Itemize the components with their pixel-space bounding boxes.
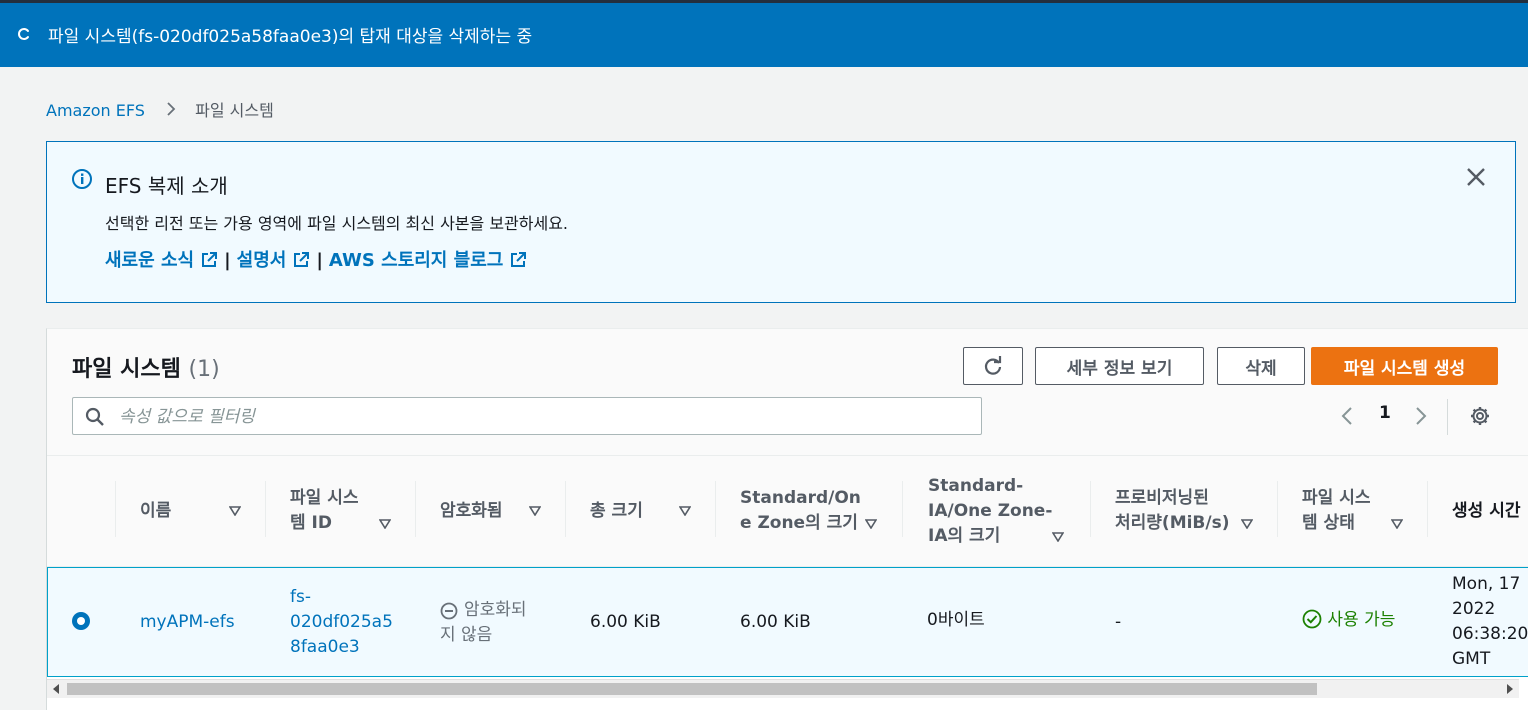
chevron-left-icon[interactable]	[1337, 405, 1357, 427]
cell-standard-size: 6.00 KiB	[740, 612, 811, 632]
whats-new-link[interactable]: 새로운 소식	[105, 250, 218, 271]
info-alert: EFS 복제 소개 선택한 리전 또는 가용 영역에 파일 시스템의 최신 사본…	[46, 141, 1516, 303]
current-page[interactable]: 1	[1379, 403, 1391, 423]
filter-box	[72, 397, 982, 435]
column-header-ia-size[interactable]: Standard- IA/One Zone- IA의 크기	[902, 456, 1090, 566]
filter-input[interactable]	[117, 402, 971, 432]
column-header-throughput[interactable]: 프로비저닝된 처리량(MiB/s)	[1090, 456, 1277, 566]
scroll-right-arrow-icon[interactable]	[1507, 684, 1513, 694]
file-systems-panel: 파일 시스템 (1) 세부 정보 보기 삭제 파일 시스템 생성 1	[46, 328, 1528, 710]
breadcrumb-root-link[interactable]: Amazon EFS	[46, 101, 145, 120]
alert-title: EFS 복제 소개	[105, 174, 228, 198]
scroll-left-arrow-icon[interactable]	[53, 684, 59, 694]
external-link-icon	[202, 252, 218, 267]
documentation-link[interactable]: 설명서	[237, 250, 311, 271]
breadcrumb: Amazon EFS 파일 시스템	[46, 97, 274, 121]
column-header-standard-size[interactable]: Standard/On e Zone의 크기	[715, 456, 902, 566]
link-separator: |	[316, 250, 323, 271]
not-encrypted-icon	[440, 602, 458, 620]
column-header-encrypted[interactable]: 암호화됨	[415, 456, 565, 566]
gear-icon[interactable]	[1469, 405, 1491, 427]
column-header-state[interactable]: 파일 시스 템 상태	[1277, 456, 1427, 566]
sort-caret-icon	[379, 519, 391, 529]
sort-caret-icon	[229, 506, 241, 516]
refresh-icon	[984, 356, 1002, 375]
divider	[1447, 399, 1448, 435]
link-separator: |	[224, 250, 231, 271]
cell-name-link[interactable]: myAPM-efs	[140, 610, 235, 635]
search-icon	[85, 407, 104, 426]
column-header-total-size[interactable]: 총 크기	[565, 456, 715, 566]
chevron-right-icon[interactable]	[1411, 405, 1431, 427]
delete-button[interactable]: 삭제	[1217, 347, 1305, 385]
cell-file-system-id-link[interactable]: fs- 020df025a5 8faa0e3	[290, 585, 393, 660]
success-check-icon	[1302, 609, 1322, 629]
sort-caret-icon	[1052, 532, 1064, 542]
item-count: (1)	[188, 357, 220, 382]
loading-spinner-icon	[18, 28, 29, 40]
sort-caret-icon	[1391, 519, 1403, 529]
horizontal-scrollbar[interactable]	[47, 679, 1519, 698]
flash-message: 파일 시스템(fs-020df025a58faa0e3)의 탑재 대상을 삭제하…	[48, 27, 533, 47]
view-details-button[interactable]: 세부 정보 보기	[1035, 347, 1204, 385]
breadcrumb-current: 파일 시스템	[195, 101, 274, 120]
cell-state: 사용 가능	[1302, 608, 1395, 633]
sort-caret-icon	[529, 506, 541, 516]
column-header-file-system-id[interactable]: 파일 시스 템 ID	[265, 456, 415, 566]
cell-total-size: 6.00 KiB	[590, 612, 661, 632]
column-header-name[interactable]: 이름	[115, 456, 265, 566]
refresh-button[interactable]	[963, 347, 1023, 385]
column-header-created[interactable]: 생성 시간	[1427, 456, 1528, 566]
cell-created-time: Mon, 17 2022 06:38:20 GMT	[1452, 574, 1528, 669]
sort-caret-icon	[865, 519, 877, 529]
info-icon	[72, 169, 92, 189]
flash-notification: 파일 시스템(fs-020df025a58faa0e3)의 탑재 대상을 삭제하…	[0, 0, 1528, 67]
table-header: 이름 파일 시스 템 ID 암호화됨 총 크기 Standard/On e Zo…	[47, 456, 1528, 567]
close-icon[interactable]	[1465, 166, 1487, 188]
chevron-right-icon	[166, 101, 176, 120]
alert-description: 선택한 리전 또는 가용 영역에 파일 시스템의 최신 사본을 보관하세요.	[105, 214, 569, 233]
row-select-radio[interactable]	[72, 612, 90, 630]
external-link-icon	[294, 252, 310, 267]
scrollbar-thumb[interactable]	[67, 683, 1317, 695]
cell-encrypted: 암호화되 지 않음	[440, 600, 527, 645]
sort-caret-icon	[679, 506, 691, 516]
table-row[interactable]: myAPM-efs fs- 020df025a5 8faa0e3 암호화되 지 …	[47, 567, 1528, 677]
storage-blog-link[interactable]: AWS 스토리지 블로그	[329, 250, 527, 271]
alert-links: 새로운 소식 | 설명서 | AWS 스토리지 블로그	[105, 246, 527, 272]
external-link-icon	[511, 252, 527, 267]
create-file-system-button[interactable]: 파일 시스템 생성	[1311, 347, 1498, 385]
sort-caret-icon	[1241, 519, 1253, 529]
cell-throughput: -	[1115, 612, 1122, 632]
cell-ia-size: 0바이트	[927, 610, 985, 630]
panel-title: 파일 시스템 (1)	[72, 357, 220, 382]
panel-header: 파일 시스템 (1) 세부 정보 보기 삭제 파일 시스템 생성 1	[47, 329, 1528, 456]
